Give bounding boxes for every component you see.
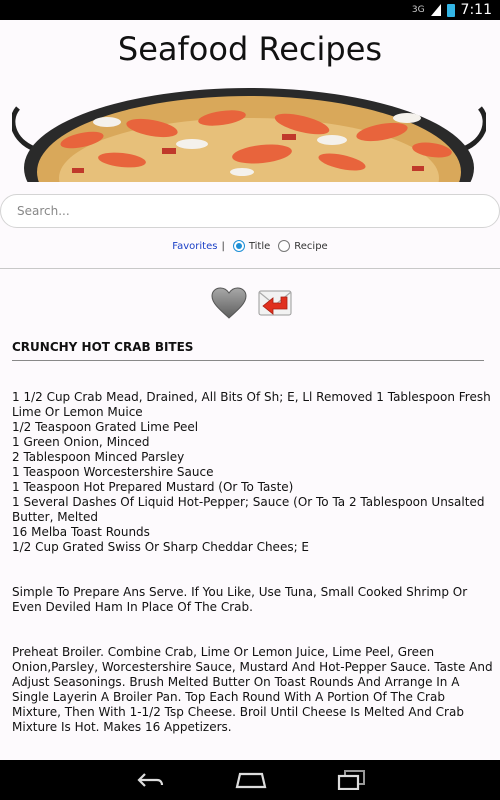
ingredient-line: 1 Green Onion, Minced [12, 435, 150, 449]
recipe-note: Simple To Prepare Ans Serve. If You Like… [12, 585, 468, 614]
recipe-title: CRUNCHY HOT CRAB BITES [12, 340, 484, 361]
ingredient-line: 1/2 Teaspoon Grated Lime Peel [12, 420, 199, 434]
battery-icon [446, 3, 455, 17]
title-radio[interactable] [232, 240, 245, 252]
network-indicator: 3G [411, 5, 425, 15]
clock: 7:11 [460, 2, 492, 18]
filter-separator: | [221, 240, 225, 252]
ingredient-line: 2 Tablespoon Minced Parsley [12, 450, 185, 464]
envelope-reply-icon [258, 290, 292, 316]
ingredient-line: 1 Several Dashes Of Liquid Hot-Pepper; S… [12, 495, 485, 524]
favorites-link[interactable]: Favorites [172, 241, 217, 252]
recipe-actions [210, 284, 294, 322]
ingredient-line: 16 Melba Toast Rounds [12, 525, 150, 539]
recipe-radio-label: Recipe [294, 240, 328, 252]
share-button[interactable] [256, 284, 294, 322]
app-title: Seafood Recipes [117, 30, 383, 68]
ingredient-line: 1 Teaspoon Worcestershire Sauce [12, 465, 214, 479]
back-icon[interactable] [135, 770, 165, 790]
favorite-button[interactable] [210, 284, 248, 322]
recents-icon[interactable] [337, 770, 365, 790]
recipe-radio[interactable] [278, 240, 291, 252]
divider [0, 268, 500, 269]
ingredient-line: 1 1/2 Cup Crab Mead, Drained, All Bits O… [12, 390, 491, 419]
heart-icon [211, 287, 247, 319]
search-input[interactable] [0, 194, 500, 228]
recipe-directions: Preheat Broiler. Combine Crab, Lime Or L… [12, 645, 493, 734]
ingredient-line: 1/2 Cup Grated Swiss Or Sharp Cheddar Ch… [12, 540, 310, 554]
ingredient-line: 1 Teaspoon Hot Prepared Mustard (Or To T… [12, 480, 294, 494]
search-filter-row: Favorites | Title Recipe [0, 240, 500, 252]
ingredients-list: 1 1/2 Cup Crab Mead, Drained, All Bits O… [12, 390, 496, 555]
title-radio-label: Title [248, 240, 271, 252]
recipe-content: 1 1/2 Cup Crab Mead, Drained, All Bits O… [12, 390, 496, 765]
status-bar: 3G 7:11 [0, 0, 500, 20]
home-icon[interactable] [235, 771, 267, 789]
seafood-banner-image [12, 88, 486, 182]
signal-icon [430, 4, 441, 16]
navigation-bar [0, 760, 500, 800]
